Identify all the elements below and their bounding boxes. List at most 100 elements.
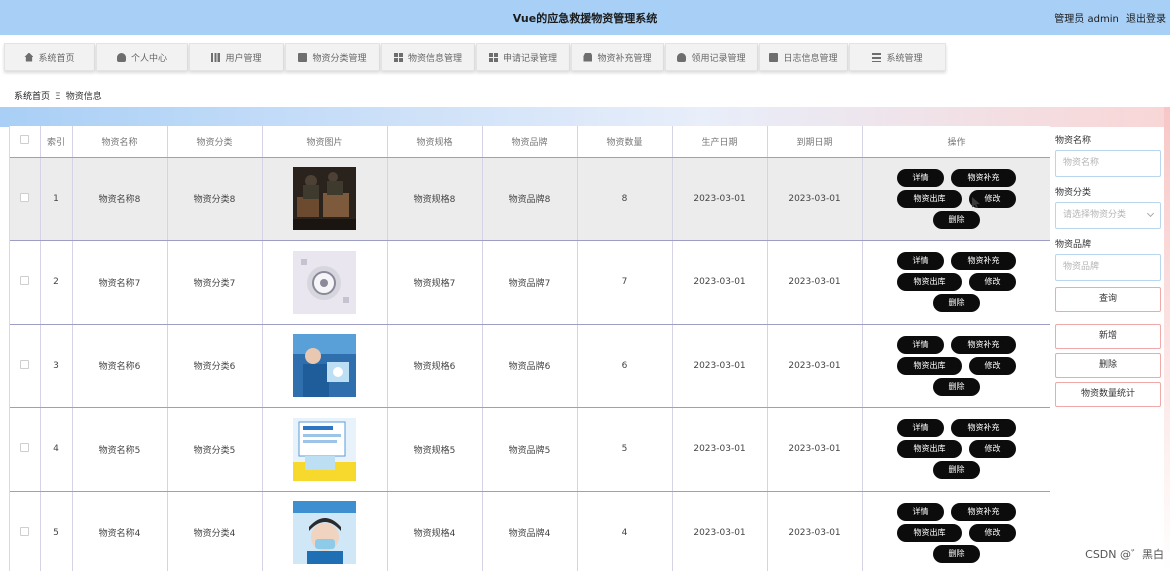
delete-button[interactable]: 删除 — [933, 377, 980, 396]
outbound-button[interactable]: 物资出库 — [897, 273, 962, 292]
nav-item-category[interactable]: 物资分类管理 — [285, 43, 380, 71]
user-area: 管理员 admin 退出登录 — [1050, 10, 1166, 25]
column-header[interactable]: 物资品牌 — [482, 126, 578, 158]
name-cell: 物资名称8 — [72, 157, 168, 241]
delete-button[interactable]: 删除 — [933, 544, 980, 563]
exp-date-cell: 2023-03-01 — [767, 240, 863, 325]
outbound-button[interactable]: 物资出库 — [897, 356, 962, 375]
nav-label: 领用记录管理 — [691, 53, 746, 64]
table-row[interactable]: 2 物资名称7 物资分类7 物资规格7 物资品牌7 7 2023-03-01 2… — [10, 240, 1050, 325]
nav-label: 物资信息管理 — [407, 53, 462, 64]
stats-button[interactable]: 物资数量统计 — [1055, 382, 1161, 407]
prod-date-cell: 2023-03-01 — [672, 157, 768, 241]
row-checkbox[interactable] — [20, 276, 30, 286]
select-all-checkbox[interactable] — [20, 135, 30, 145]
index-cell: 3 — [40, 324, 73, 408]
add-button[interactable]: 新增 — [1055, 324, 1161, 349]
table-row[interactable]: 4 物资名称5 物资分类5 物资规格5 物资品牌5 5 2023-03-01 2… — [10, 407, 1050, 492]
nav-label: 系统首页 — [38, 53, 75, 64]
name-filter-input[interactable]: 物资名称 — [1055, 150, 1161, 177]
replenish-button[interactable]: 物资补充 — [951, 419, 1016, 438]
nav-item-users[interactable]: 用户管理 — [189, 43, 284, 71]
logout-link[interactable]: 退出登录 — [1126, 14, 1166, 25]
material-image-thumbnail[interactable] — [293, 417, 356, 481]
qty-cell: 8 — [577, 157, 673, 241]
column-header[interactable]: 物资分类 — [167, 126, 263, 158]
replenish-button[interactable]: 物资补充 — [951, 168, 1016, 187]
edit-button[interactable]: 修改 — [969, 523, 1016, 542]
detail-button[interactable]: 详情 — [897, 168, 944, 187]
outbound-button[interactable]: 物资出库 — [897, 523, 962, 542]
column-header[interactable]: 到期日期 — [767, 126, 863, 158]
nav-item-materials[interactable]: 物资信息管理 — [381, 43, 475, 71]
delete-button[interactable]: 删除 — [933, 461, 980, 480]
row-checkbox[interactable] — [20, 359, 30, 369]
material-image-thumbnail[interactable] — [293, 501, 356, 565]
chevron-down-icon — [1146, 209, 1155, 218]
delete-button[interactable]: 删除 — [933, 210, 980, 229]
detail-button[interactable]: 详情 — [897, 419, 944, 438]
material-image-thumbnail[interactable] — [293, 167, 356, 231]
detail-button[interactable]: 详情 — [897, 502, 944, 521]
actions-cell: 详情 物资补充 物资出库 修改 删除 — [862, 407, 1050, 492]
delete-button[interactable]: 删除 — [933, 294, 980, 313]
material-image-thumbnail[interactable] — [293, 334, 356, 398]
grid-icon — [488, 52, 498, 62]
home-icon — [24, 52, 34, 62]
category-filter-placeholder: 请选择物资分类 — [1063, 210, 1127, 220]
column-header[interactable]: 物资图片 — [262, 126, 388, 158]
detail-button[interactable]: 详情 — [897, 335, 944, 354]
breadcrumb-home[interactable]: 系统首页 — [14, 92, 50, 102]
row-checkbox-cell — [10, 240, 41, 325]
watermark: CSDN @゛黑白 — [1085, 548, 1164, 561]
image-cell — [262, 407, 388, 492]
row-checkbox-cell — [10, 324, 41, 408]
row-checkbox[interactable] — [20, 526, 30, 536]
query-button[interactable]: 查询 — [1055, 287, 1161, 312]
batch-delete-button[interactable]: 删除 — [1055, 353, 1161, 378]
exp-date-cell: 2023-03-01 — [767, 407, 863, 492]
column-header[interactable]: 物资规格 — [387, 126, 483, 158]
table-row[interactable]: 3 物资名称6 物资分类6 物资规格6 物资品牌6 6 2023-03-01 2… — [10, 324, 1050, 408]
column-header[interactable]: 物资名称 — [72, 126, 168, 158]
index-cell: 1 — [40, 157, 73, 241]
material-image-thumbnail[interactable] — [293, 250, 356, 314]
nav-item-system[interactable]: 系统管理 — [849, 43, 946, 71]
qty-cell: 6 — [577, 324, 673, 408]
category-filter-select[interactable]: 请选择物资分类 — [1055, 202, 1161, 229]
outbound-button[interactable]: 物资出库 — [897, 440, 962, 459]
outbound-button[interactable]: 物资出库 — [897, 189, 962, 208]
category-cell: 物资分类6 — [167, 324, 263, 408]
nav-item-home[interactable]: 系统首页 — [4, 43, 95, 71]
name-cell: 物资名称7 — [72, 240, 168, 325]
column-header[interactable]: 索引 — [40, 126, 73, 158]
replenish-button[interactable]: 物资补充 — [951, 502, 1016, 521]
select-all-header — [10, 126, 41, 158]
image-cell — [262, 240, 388, 325]
nav-item-profile[interactable]: 个人中心 — [96, 43, 188, 71]
row-checkbox[interactable] — [20, 192, 30, 202]
column-header[interactable]: 生产日期 — [672, 126, 768, 158]
brand-filter-input[interactable]: 物资品牌 — [1055, 254, 1161, 281]
nav-label: 个人中心 — [130, 53, 167, 64]
nav-item-requests[interactable]: 申请记录管理 — [476, 43, 570, 71]
edit-button[interactable]: 修改 — [969, 273, 1016, 292]
spec-cell: 物资规格7 — [387, 240, 483, 325]
image-cell — [262, 491, 388, 571]
nav-item-replenish[interactable]: 物资补充管理 — [571, 43, 664, 71]
replenish-button[interactable]: 物资补充 — [951, 335, 1016, 354]
nav-item-logs[interactable]: 日志信息管理 — [759, 43, 848, 71]
prod-date-cell: 2023-03-01 — [672, 407, 768, 492]
nav-label: 日志信息管理 — [783, 53, 838, 64]
detail-button[interactable]: 详情 — [897, 252, 944, 271]
list-icon — [872, 52, 882, 62]
table-row[interactable]: 5 物资名称4 物资分类4 物资规格4 物资品牌4 4 2023-03-01 2… — [10, 491, 1050, 571]
brand-cell: 物资品牌6 — [482, 324, 578, 408]
edit-button[interactable]: 修改 — [969, 440, 1016, 459]
replenish-button[interactable]: 物资补充 — [951, 252, 1016, 271]
column-header[interactable]: 物资数量 — [577, 126, 673, 158]
table-row[interactable]: 1 物资名称8 物资分类8 物资规格8 物资品牌8 8 2023-03-01 2… — [10, 157, 1050, 241]
nav-item-usage[interactable]: 领用记录管理 — [665, 43, 758, 71]
row-checkbox[interactable] — [20, 443, 30, 453]
edit-button[interactable]: 修改 — [969, 356, 1016, 375]
